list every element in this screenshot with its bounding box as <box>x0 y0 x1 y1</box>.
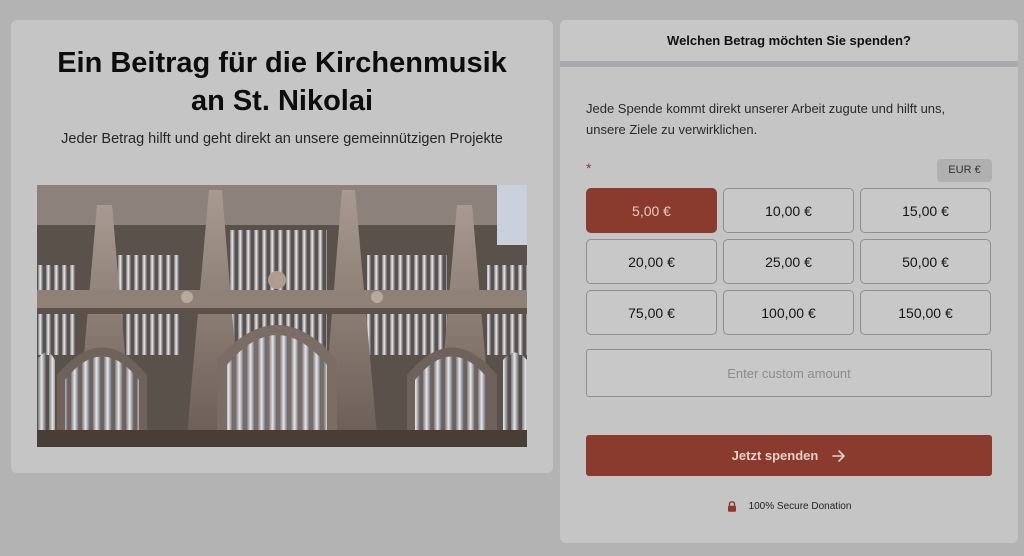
amount-option-button[interactable]: 50,00 € <box>860 239 991 284</box>
donate-button[interactable]: Jetzt spenden <box>586 435 992 476</box>
form-header: Welchen Betrag möchten Sie spenden? <box>560 20 1018 61</box>
page-subtitle: Jeder Betrag hilft und geht direkt an un… <box>61 131 503 147</box>
amount-option-button[interactable]: 100,00 € <box>723 290 854 335</box>
secure-donation-label: 100% Secure Donation <box>748 501 852 512</box>
church-organ-image <box>37 185 527 447</box>
page-title: Ein Beitrag für die Kirchenmusik an St. … <box>11 44 553 120</box>
arrow-right-icon <box>832 449 846 462</box>
form-intro-text: Jede Spende kommt direkt unserer Arbeit … <box>586 101 946 137</box>
donation-form-card: Welchen Betrag möchten Sie spenden? Jede… <box>560 20 1018 543</box>
amount-option-button[interactable]: 10,00 € <box>723 188 854 233</box>
amount-option-button[interactable]: 15,00 € <box>860 188 991 233</box>
donate-button-label: Jetzt spenden <box>731 448 819 463</box>
title-line-2: an St. Nikolai <box>190 85 374 117</box>
amount-option-button[interactable]: 20,00 € <box>586 239 717 284</box>
amount-option-button[interactable]: 150,00 € <box>860 290 991 335</box>
secure-donation-note: 100% Secure Donation <box>560 501 1018 512</box>
lock-icon <box>727 501 736 512</box>
header-divider <box>560 61 1018 67</box>
amount-options: 5,00 €10,00 €15,00 € 20,00 €25,00 €50,00 … <box>586 188 992 335</box>
amount-option-button[interactable]: 25,00 € <box>723 239 854 284</box>
campaign-card: Ein Beitrag für die Kirchenmusik an St. … <box>11 20 553 473</box>
custom-amount-input[interactable] <box>586 349 992 397</box>
title-line-1: Ein Beitrag für die Kirchenmusik <box>57 47 507 79</box>
required-marker: * <box>586 160 592 176</box>
currency-selector[interactable]: EUR € <box>937 159 992 182</box>
page: Ein Beitrag für die Kirchenmusik an St. … <box>0 0 1024 556</box>
amount-option-button[interactable]: 5,00 € <box>586 188 717 233</box>
amount-option-button[interactable]: 75,00 € <box>586 290 717 335</box>
